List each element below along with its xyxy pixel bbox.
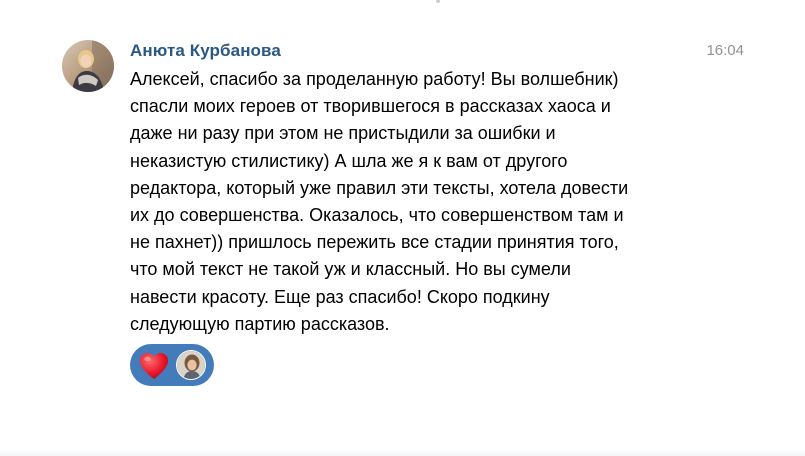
reactor-avatar-icon — [177, 351, 205, 379]
heart-icon — [140, 353, 168, 379]
message-timestamp[interactable]: 16:04 — [706, 42, 744, 59]
scroll-indicator — [436, 0, 440, 3]
message-text: Алексей, спасибо за проделанную работу! … — [130, 69, 629, 334]
reactor-avatar[interactable] — [176, 350, 206, 380]
reactions-button[interactable] — [130, 344, 214, 386]
chat-view: Анюта Курбанова 16:04 Алексей, спасибо з… — [0, 0, 805, 456]
author-avatar[interactable] — [62, 40, 114, 92]
author-name-link[interactable]: Анюта Курбанова — [130, 41, 281, 61]
user-avatar-icon — [62, 40, 114, 92]
divider — [0, 450, 805, 456]
